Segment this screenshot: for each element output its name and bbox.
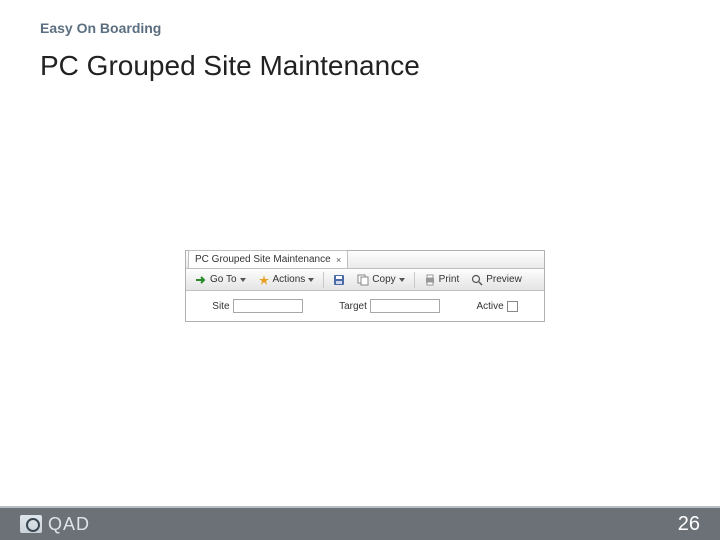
site-label: Site bbox=[212, 301, 229, 312]
footer: QAD 26 bbox=[0, 508, 720, 540]
brand-logo: QAD bbox=[20, 514, 90, 535]
copy-label: Copy bbox=[372, 274, 395, 285]
target-label: Target bbox=[339, 301, 367, 312]
tab-bar: PC Grouped Site Maintenance × bbox=[186, 251, 544, 269]
chevron-down-icon bbox=[399, 278, 405, 282]
target-input[interactable] bbox=[370, 299, 440, 313]
active-checkbox[interactable] bbox=[507, 301, 518, 312]
preview-button[interactable]: Preview bbox=[466, 271, 527, 289]
logo-icon bbox=[20, 515, 42, 533]
preview-icon bbox=[471, 274, 483, 286]
chevron-down-icon bbox=[240, 278, 246, 282]
field-active: Active bbox=[476, 301, 517, 312]
site-input[interactable] bbox=[233, 299, 303, 313]
slide-title: PC Grouped Site Maintenance bbox=[40, 50, 420, 82]
toolbar: Go To Actions Copy bbox=[186, 269, 544, 291]
field-target: Target bbox=[339, 299, 440, 313]
actions-label: Actions bbox=[273, 274, 306, 285]
chevron-down-icon bbox=[308, 278, 314, 282]
goto-label: Go To bbox=[210, 274, 237, 285]
slide-pretitle: Easy On Boarding bbox=[40, 20, 161, 36]
arrow-icon bbox=[195, 274, 207, 286]
copy-button[interactable]: Copy bbox=[352, 271, 409, 289]
field-site: Site bbox=[212, 299, 302, 313]
print-label: Print bbox=[439, 274, 460, 285]
goto-button[interactable]: Go To bbox=[190, 271, 251, 289]
app-window: PC Grouped Site Maintenance × Go To Acti… bbox=[185, 250, 545, 322]
print-button[interactable]: Print bbox=[419, 271, 465, 289]
star-icon bbox=[258, 274, 270, 286]
logo-text: QAD bbox=[48, 514, 90, 535]
disk-icon bbox=[333, 274, 345, 286]
form-area: Site Target Active bbox=[186, 291, 544, 321]
active-label: Active bbox=[476, 301, 503, 312]
printer-icon bbox=[424, 274, 436, 286]
toolbar-separator bbox=[323, 272, 324, 288]
save-button[interactable] bbox=[328, 271, 350, 289]
page-number: 26 bbox=[678, 513, 700, 536]
tab-label: PC Grouped Site Maintenance bbox=[195, 251, 331, 269]
tab-active[interactable]: PC Grouped Site Maintenance × bbox=[188, 250, 348, 268]
toolbar-separator bbox=[414, 272, 415, 288]
copy-icon bbox=[357, 274, 369, 286]
actions-button[interactable]: Actions bbox=[253, 271, 320, 289]
close-icon[interactable]: × bbox=[335, 256, 343, 264]
preview-label: Preview bbox=[486, 274, 522, 285]
